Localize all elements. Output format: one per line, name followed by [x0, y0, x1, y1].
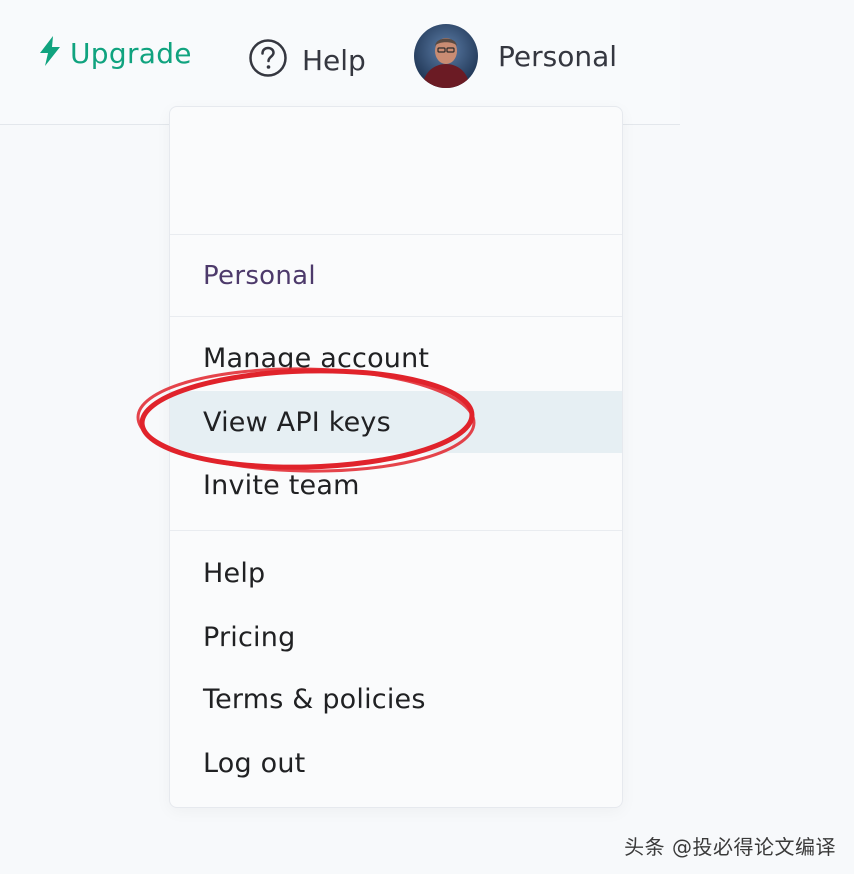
upgrade-label: Upgrade	[70, 36, 192, 70]
watermark-text: 头条 @投必得论文编译	[624, 835, 836, 859]
upgrade-link[interactable]: Upgrade	[40, 36, 192, 70]
menu-header-area	[170, 107, 622, 235]
menu-item-view-api-keys[interactable]: View API keys	[170, 391, 622, 453]
menu-item-log-out[interactable]: Log out	[170, 732, 622, 794]
help-link[interactable]: Help	[248, 38, 366, 82]
menu-item-terms-policies[interactable]: Terms & policies	[170, 668, 622, 730]
user-avatar	[414, 24, 478, 88]
account-dropdown-menu: Personal Manage account View API keys In…	[169, 106, 623, 808]
menu-divider	[170, 316, 622, 317]
account-menu-trigger[interactable]: Personal	[414, 24, 617, 88]
account-name-label: Personal	[498, 39, 618, 73]
organization-name: Personal	[203, 261, 316, 291]
lightning-bolt-icon	[40, 36, 60, 70]
help-label: Help	[302, 43, 366, 77]
menu-item-invite-team[interactable]: Invite team	[170, 454, 622, 516]
menu-divider	[170, 530, 622, 531]
menu-item-manage-account[interactable]: Manage account	[170, 327, 622, 389]
menu-item-pricing[interactable]: Pricing	[170, 606, 622, 668]
menu-item-help[interactable]: Help	[170, 542, 622, 604]
question-circle-icon	[248, 38, 288, 82]
